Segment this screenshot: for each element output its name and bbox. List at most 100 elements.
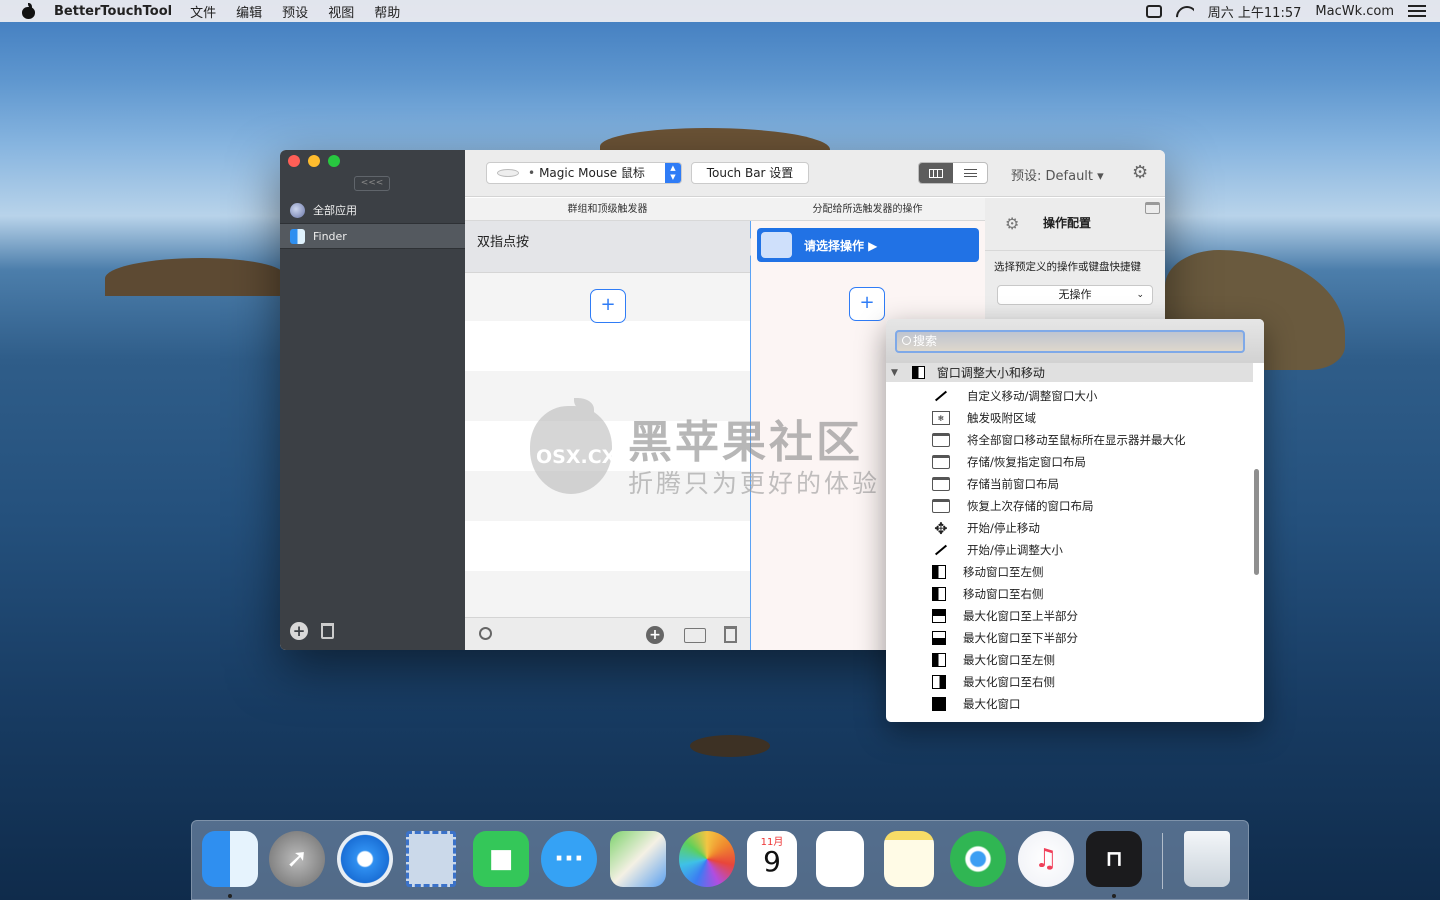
action-list-item[interactable]: 存储当前窗口布局	[886, 473, 1264, 495]
menu-preset[interactable]: 预设	[282, 2, 308, 21]
search-icon	[902, 336, 911, 345]
background-rock	[690, 735, 770, 757]
window-icon	[932, 499, 950, 513]
dock-notes-icon[interactable]	[884, 831, 934, 887]
menu-view[interactable]: 视图	[328, 2, 354, 21]
menu-clock[interactable]: 周六 上午11:57	[1208, 2, 1302, 21]
minimize-button[interactable]	[308, 155, 320, 167]
dock-finder-icon[interactable]	[202, 831, 258, 887]
sidebar-item-finder[interactable]: Finder	[280, 223, 465, 249]
dock-music-icon[interactable]: ♫	[1018, 831, 1074, 887]
action-list-item[interactable]: 最大化窗口至上半部分	[886, 605, 1264, 627]
half-left-icon	[932, 587, 946, 601]
calendar-day: 9	[763, 845, 781, 878]
menu-help[interactable]: 帮助	[374, 2, 400, 21]
add-app-button[interactable]: +	[290, 622, 308, 640]
dock-bettertouchtool-icon[interactable]: ⊓	[1086, 831, 1142, 887]
watermark-slogan: 折腾只为更好的体验	[628, 469, 881, 498]
action-list-item[interactable]: 最大化窗口至右侧	[886, 671, 1264, 693]
dock-trash-icon[interactable]	[1184, 831, 1230, 887]
touchbar-settings-button[interactable]: Touch Bar 设置	[691, 162, 809, 184]
menu-bar: BetterTouchTool 文件 编辑 预设 视图 帮助 周六 上午11:5…	[0, 0, 1440, 22]
delete-app-trash-icon[interactable]	[321, 623, 334, 639]
action-list-item-label: 恢复上次存储的窗口布局	[967, 499, 1094, 513]
action-list-item-label: 开始/停止调整大小	[967, 543, 1063, 557]
category-window-resize-move[interactable]: ▼ 窗口调整大小和移动	[886, 363, 1253, 382]
action-list-item[interactable]: 最大化窗口至下半部分	[886, 627, 1264, 649]
dock-maps-icon[interactable]	[610, 831, 666, 887]
dock-launchpad-icon[interactable]: ➚	[269, 831, 325, 887]
search-icon[interactable]	[479, 627, 492, 640]
action-search-input[interactable]: 搜索	[895, 330, 1245, 353]
window-icon	[932, 477, 950, 491]
notification-center-icon[interactable]	[1408, 5, 1426, 17]
detach-window-icon[interactable]	[1145, 202, 1160, 214]
device-select[interactable]: • Magic Mouse 鼠标 ▲ ▼	[486, 162, 682, 184]
dock-calendar-icon[interactable]: 11月 9	[747, 831, 797, 887]
finder-icon	[290, 228, 305, 244]
device-select-value: Magic Mouse 鼠标	[539, 166, 645, 180]
menu-file[interactable]: 文件	[190, 2, 216, 21]
trigger-name: 双指点按	[477, 235, 530, 250]
action-list-item[interactable]: 自定义移动/调整窗口大小	[886, 385, 1264, 407]
gear-icon: ⚙	[1005, 214, 1020, 233]
half-left-icon	[911, 366, 925, 379]
zoom-button[interactable]	[328, 155, 340, 167]
action-list-item-label: 最大化窗口至左侧	[963, 653, 1055, 667]
close-button[interactable]	[288, 155, 300, 167]
menu-edit[interactable]: 编辑	[236, 2, 262, 21]
add-action-button[interactable]: +	[849, 287, 885, 321]
action-list-item[interactable]: 存储/恢复指定窗口布局	[886, 451, 1264, 473]
dock-reminders-icon[interactable]	[816, 831, 864, 887]
action-list-item[interactable]: 开始/停止调整大小	[886, 539, 1264, 561]
action-list-item-label: 存储/恢复指定窗口布局	[967, 455, 1086, 469]
full-window-icon	[932, 697, 946, 711]
preset-selector[interactable]: 预设: Default ▾	[1011, 165, 1104, 184]
add-circle-icon[interactable]: +	[646, 626, 664, 644]
list-view-button[interactable]	[953, 163, 987, 183]
running-indicator	[1112, 894, 1116, 898]
action-list-item[interactable]: 移动窗口至左侧	[886, 561, 1264, 583]
action-select[interactable]: 无操作 ⌄	[997, 285, 1153, 305]
search-placeholder: 搜索	[913, 334, 938, 348]
add-trigger-button[interactable]: +	[590, 289, 626, 323]
select-action-button[interactable]: 请选择操作 ▶	[757, 228, 979, 262]
dropdown-scrollbar[interactable]	[1254, 469, 1259, 575]
action-list-item[interactable]: 将全部窗口移动至鼠标所在显示器并最大化	[886, 429, 1264, 451]
action-list-item[interactable]: ❄ 触发吸附区域	[886, 407, 1264, 429]
dock-safari-icon[interactable]	[337, 831, 393, 887]
half-top-icon	[932, 609, 946, 623]
trash-icon[interactable]	[724, 626, 737, 643]
running-indicator	[228, 894, 232, 898]
globe-icon	[290, 202, 305, 218]
columns-view-button[interactable]	[919, 163, 953, 183]
btt-status-icon[interactable]	[1145, 4, 1162, 18]
sidebar-collapse-button[interactable]: <<<	[354, 176, 390, 191]
action-list-item[interactable]: 最大化窗口至左侧	[886, 649, 1264, 671]
mouse-icon	[497, 169, 519, 177]
menu-app-name[interactable]: BetterTouchTool	[54, 4, 172, 19]
snap-area-icon: ❄	[932, 411, 950, 425]
trigger-row-selected[interactable]: 双指点按	[465, 221, 750, 273]
dock-messages-icon[interactable]: ···	[541, 831, 597, 887]
window-icon	[932, 455, 950, 469]
action-list: 自定义移动/调整窗口大小 ❄ 触发吸附区域 将全部窗口移动至鼠标所在显示器并最大化 存储…	[886, 385, 1264, 715]
apple-menu-icon[interactable]	[20, 3, 38, 19]
wifi-icon[interactable]	[1176, 4, 1194, 18]
dock-facetime-icon[interactable]: ■	[473, 831, 529, 887]
action-list-item[interactable]: 移动窗口至右侧	[886, 583, 1264, 605]
action-list-item[interactable]: ✥ 开始/停止移动	[886, 517, 1264, 539]
action-list-item[interactable]: 恢复上次存储的窗口布局	[886, 495, 1264, 517]
dock-findmy-icon[interactable]	[950, 831, 1006, 887]
action-list-item[interactable]: 最大化窗口	[886, 693, 1264, 715]
disclosure-triangle-icon[interactable]: ▼	[891, 368, 898, 378]
menu-site[interactable]: MacWk.com	[1315, 4, 1394, 19]
gear-icon[interactable]: ⚙	[1132, 162, 1148, 183]
sidebar-item-label: Finder	[313, 229, 347, 243]
dock-mail-icon[interactable]	[406, 831, 456, 887]
action-placeholder-icon	[761, 232, 792, 258]
dock-photos-icon[interactable]	[679, 831, 735, 887]
action-list-item-label: 移动窗口至右侧	[963, 587, 1044, 601]
sidebar-item-all-apps[interactable]: 全部应用	[280, 197, 465, 223]
new-folder-icon[interactable]	[684, 628, 706, 643]
